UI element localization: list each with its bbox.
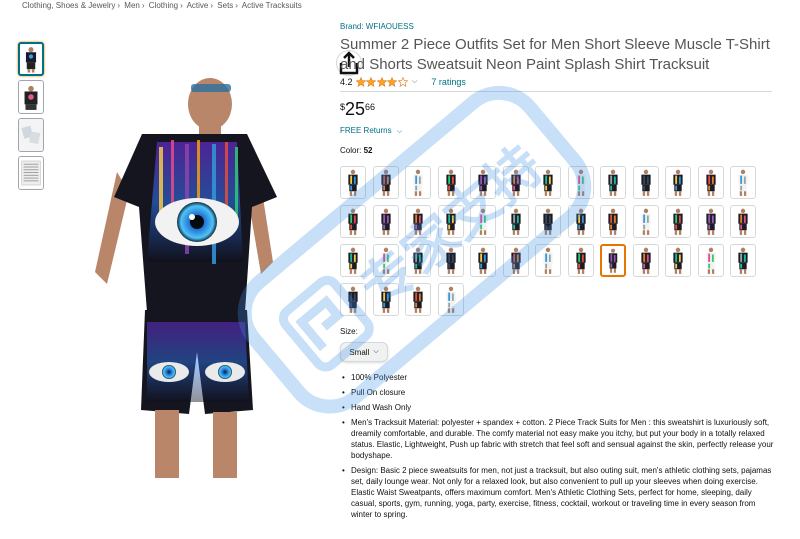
thumbnail-image[interactable] [18, 42, 44, 76]
color-swatch[interactable] [405, 283, 431, 316]
color-swatch[interactable] [730, 166, 756, 199]
breadcrumb-item[interactable]: Active Tracksuits [242, 1, 302, 10]
color-swatch[interactable] [665, 205, 691, 238]
color-swatch[interactable] [405, 205, 431, 238]
size-label: Size: [340, 327, 358, 336]
color-swatch[interactable] [665, 244, 691, 277]
price-cents: 66 [365, 102, 376, 112]
color-swatch[interactable] [632, 166, 659, 199]
color-swatch[interactable] [730, 205, 756, 238]
chevron-down-icon: ⌵ [373, 348, 379, 355]
breadcrumb-item[interactable]: Men [124, 1, 140, 10]
color-swatch[interactable] [340, 166, 366, 199]
list-item: 100% Polyester [340, 372, 776, 383]
list-item: Men's Tracksuit Material: polyester + sp… [340, 417, 776, 461]
color-swatch[interactable] [437, 205, 464, 238]
color-swatch[interactable] [632, 205, 659, 238]
thumbnail-image[interactable] [18, 156, 44, 190]
color-swatch[interactable] [697, 166, 724, 199]
returns-label: FREE Returns [340, 126, 392, 135]
list-item: Design: Basic 2 piece sweatsuits for men… [340, 465, 776, 520]
list-item: Pull On closure [340, 387, 776, 398]
rating-number: 4.2 [340, 77, 353, 87]
free-returns-link[interactable]: FREE Returns ⌵ [340, 126, 780, 136]
chevron-down-icon[interactable]: ⌵ [412, 78, 417, 86]
color-swatch[interactable] [470, 205, 496, 238]
color-swatch[interactable] [567, 205, 594, 238]
ratings-count-link[interactable]: 7 ratings [431, 77, 466, 87]
color-swatch[interactable] [340, 244, 366, 277]
color-swatch[interactable] [535, 166, 561, 199]
color-swatch[interactable] [372, 205, 399, 238]
price: $ 25 66 [340, 100, 780, 118]
breadcrumb: Clothing, Shoes & Jewelry › Men › Clothing… [22, 1, 302, 10]
color-swatch[interactable] [697, 244, 724, 277]
thumbnail-image[interactable] [18, 118, 44, 152]
list-item: Hand Wash Only [340, 402, 776, 413]
color-swatch[interactable] [567, 244, 594, 277]
star-icon [355, 77, 366, 87]
color-swatch[interactable] [600, 205, 626, 238]
color-swatch[interactable] [372, 244, 399, 277]
color-swatch[interactable] [567, 166, 594, 199]
color-swatch[interactable] [470, 244, 496, 277]
size-value: Small [349, 347, 370, 357]
breadcrumb-item[interactable]: Active [187, 1, 209, 10]
thumbnail-image[interactable] [18, 80, 44, 114]
price-dollars: 25 [345, 99, 366, 119]
breadcrumb-item[interactable]: Clothing, Shoes & Jewelry [22, 1, 115, 10]
color-swatch[interactable] [372, 283, 399, 316]
color-swatch[interactable] [502, 166, 529, 199]
thumbnail-list [18, 42, 44, 194]
color-swatch[interactable] [600, 166, 626, 199]
star-icon [366, 77, 377, 87]
rating-row: 4.2 ⌵ 7 ratings [340, 77, 780, 87]
color-swatch[interactable] [340, 205, 366, 238]
chevron-down-icon: ⌵ [396, 128, 403, 135]
star-icon [376, 77, 387, 87]
color-swatch[interactable] [502, 244, 529, 277]
size-dropdown[interactable]: Small ⌵ [340, 342, 388, 362]
color-swatch[interactable] [405, 244, 431, 277]
color-swatch[interactable] [632, 244, 659, 277]
color-value: 52 [363, 146, 373, 155]
product-image[interactable] [47, 22, 362, 478]
color-swatch[interactable] [437, 166, 464, 199]
color-swatch[interactable] [600, 244, 626, 277]
feature-bullets: 100% Polyester Pull On closure Hand Wash… [340, 372, 776, 524]
color-swatch[interactable] [405, 166, 431, 199]
breadcrumb-item[interactable]: Sets [217, 1, 233, 10]
star-rating[interactable] [355, 77, 409, 87]
color-swatch[interactable] [665, 166, 691, 199]
color-swatch[interactable] [502, 205, 529, 238]
color-swatch[interactable] [697, 205, 724, 238]
color-swatch[interactable] [730, 244, 756, 277]
breadcrumb-item[interactable]: Clothing [149, 1, 178, 10]
color-label: Color: 52 [340, 146, 780, 155]
color-swatch[interactable] [535, 244, 561, 277]
star-icon [397, 77, 408, 87]
star-icon [387, 77, 398, 87]
divider [340, 91, 772, 92]
product-title: Summer 2 Piece Outfits Set for Men Short… [340, 36, 770, 73]
brand-link[interactable]: Brand: WFIAOUESS [340, 22, 780, 31]
color-swatch[interactable] [372, 166, 399, 199]
color-swatch[interactable] [470, 166, 496, 199]
product-details: Brand: WFIAOUESS Summer 2 Piece Outfits … [340, 22, 780, 155]
color-swatch[interactable] [437, 283, 464, 316]
color-label-text: Color: [340, 146, 362, 155]
color-swatch[interactable] [535, 205, 561, 238]
color-swatch[interactable] [437, 244, 464, 277]
color-swatch[interactable] [340, 283, 366, 316]
